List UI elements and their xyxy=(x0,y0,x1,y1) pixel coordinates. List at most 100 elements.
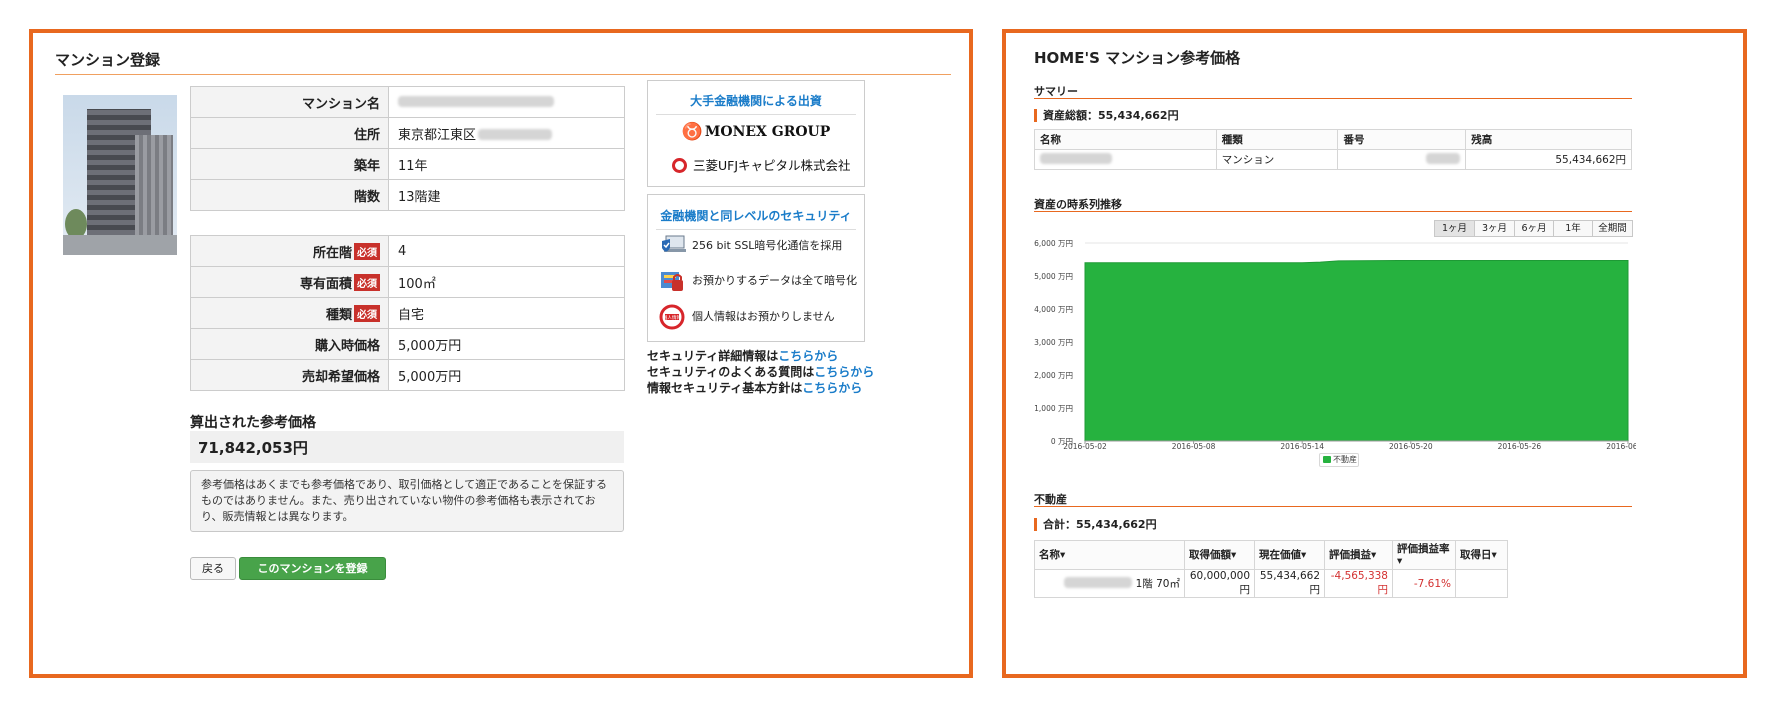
property-col-header[interactable]: 名称▾ xyxy=(1034,540,1185,570)
summary-cell xyxy=(1337,149,1467,170)
property-col-header[interactable]: 評価損益率▾ xyxy=(1392,540,1456,570)
property-cell: 60,000,000円 xyxy=(1184,569,1255,598)
x-tick-label: 2016-05-26 xyxy=(1498,442,1542,451)
detail-link[interactable]: こちらから xyxy=(778,349,838,363)
property-cell: 1階 70㎡ xyxy=(1034,569,1185,598)
summary-cell xyxy=(1034,149,1217,170)
table2-value: 自宅 xyxy=(388,297,625,329)
summary-underline xyxy=(1034,98,1632,99)
investor-title: 大手金融機関による出資 xyxy=(690,94,822,108)
mufg-mark-icon xyxy=(672,158,687,173)
table2-row: 売却希望価格 5,000万円 xyxy=(190,359,625,391)
redacted-text xyxy=(398,95,554,107)
table1-row: 階数 13階建 xyxy=(190,179,625,211)
monex-mark-icon: ♉ xyxy=(681,122,703,142)
property-col-header[interactable]: 評価損益▾ xyxy=(1324,540,1393,570)
property-col-header[interactable]: 取得価額▾ xyxy=(1184,540,1255,570)
page-title: マンション登録 xyxy=(55,51,161,69)
table2-row: 種類 必須 自宅 xyxy=(190,297,625,329)
y-tick-label: 2,000 万円 xyxy=(1034,371,1073,380)
property-cell: -7.61% xyxy=(1392,569,1456,598)
disclaimer-notice: 参考価格はあくまでも参考価格であり、取引価格として適正であることを保証するもので… xyxy=(190,470,624,532)
summary-col-header: 種類 xyxy=(1215,129,1339,150)
timeseries-underline xyxy=(1034,211,1632,212)
table1-label: 階数 xyxy=(190,179,389,211)
table1-label: 住所 xyxy=(190,117,389,149)
homes-price-panel: HOME'S マンション参考価格 サマリー 資産総額：55,434,662円 名… xyxy=(1002,29,1747,678)
table-row: 1階 70㎡ 60,000,000円 55,434,662円 -4,565,338円 -… xyxy=(1034,569,1508,598)
property-cell: 55,434,662円 xyxy=(1254,569,1325,598)
table1-row: 住所 東京都江東区 xyxy=(190,117,625,149)
reference-price-value: 71,842,053円 xyxy=(190,431,624,463)
property-col-header[interactable]: 取得日▾ xyxy=(1455,540,1508,570)
property-underline xyxy=(1034,506,1632,507)
y-tick-label: 4,000 万円 xyxy=(1034,305,1073,314)
investor-divider xyxy=(656,114,856,115)
x-tick-label: 2016-05-02 xyxy=(1063,442,1107,451)
table1-label: マンション名 xyxy=(190,86,389,118)
table1-value: 11年 xyxy=(388,148,625,180)
security-link-faq: セキュリティのよくある質問はこちらから xyxy=(647,365,875,379)
security-item-personal-info: 個人情報 個人情報はお預かりしません xyxy=(658,304,835,330)
unit-info-table: 所在階 必須 4 専有面積 必須 100㎡ 種類 必須 自宅 購入時価格 5,000万円 売却希望価格… xyxy=(190,235,625,391)
series-area-fudosan[interactable] xyxy=(1084,259,1629,442)
table1-value: 東京都江東区 xyxy=(388,117,625,149)
table2-row: 購入時価格 5,000万円 xyxy=(190,328,625,360)
required-badge: 必須 xyxy=(354,273,380,291)
register-mansion-button[interactable]: このマンションを登録 xyxy=(239,557,386,580)
table2-label: 所在階 必須 xyxy=(190,235,389,267)
mansion-info-table: マンション名 住所 東京都江東区 築年 11年 階数 13階建 xyxy=(190,86,625,211)
required-badge: 必須 xyxy=(354,304,380,322)
chart-legend[interactable]: 不動産 xyxy=(1319,453,1359,467)
table2-value: 5,000万円 xyxy=(388,359,625,391)
homes-title: HOME'S マンション参考価格 xyxy=(1034,49,1241,67)
property-cell xyxy=(1455,569,1508,598)
investor-box: 大手金融機関による出資 ♉ MONEX GROUP 三菱UFJキャピタル株式会社 xyxy=(647,80,865,187)
x-tick-label: 2016-05-14 xyxy=(1280,442,1324,451)
table1-label: 築年 xyxy=(190,148,389,180)
back-button[interactable]: 戻る xyxy=(190,557,236,580)
x-tick-label: 2016-05-20 xyxy=(1389,442,1433,451)
redacted-text xyxy=(1040,153,1112,164)
y-tick-label: 6,000 万円 xyxy=(1034,239,1073,248)
reference-price-heading: 算出された参考価格 xyxy=(190,415,316,431)
legend-swatch xyxy=(1323,456,1331,463)
svg-text:個人情報: 個人情報 xyxy=(663,314,682,321)
table2-value: 100㎡ xyxy=(388,266,625,298)
timeseries-heading: 資産の時系列推移 xyxy=(1034,198,1122,211)
security-link-detail: セキュリティ詳細情報はこちらから xyxy=(647,349,839,363)
ssl-shield-icon xyxy=(662,235,686,252)
security-item-encryption: お預かりするデータは全て暗号化 xyxy=(658,268,857,294)
mufg-logo: 三菱UFJキャピタル株式会社 xyxy=(672,155,851,174)
table1-value xyxy=(388,86,625,118)
table2-value: 4 xyxy=(388,235,625,267)
x-tick-label: 2016-05-08 xyxy=(1172,442,1216,451)
table2-value: 5,000万円 xyxy=(388,328,625,360)
property-col-header[interactable]: 現在価値▾ xyxy=(1254,540,1325,570)
y-tick-label: 1,000 万円 xyxy=(1034,404,1073,413)
table2-row: 所在階 必須 4 xyxy=(190,235,625,267)
total-assets: 資産総額：55,434,662円 xyxy=(1034,109,1179,122)
policy-link[interactable]: こちらから xyxy=(802,381,862,395)
table1-value: 13階建 xyxy=(388,179,625,211)
no-personal-info-icon: 個人情報 xyxy=(659,304,685,330)
table1-row: マンション名 xyxy=(190,86,625,118)
title-divider xyxy=(55,74,951,75)
security-link-policy: 情報セキュリティ基本方針はこちらから xyxy=(647,381,863,395)
property-total: 合計：55,434,662円 xyxy=(1034,518,1157,531)
table-row: マンション 55,434,662円 xyxy=(1034,149,1632,170)
summary-cell: 55,434,662円 xyxy=(1465,149,1632,170)
asset-timeseries-chart: 0 万円1,000 万円2,000 万円3,000 万円4,000 万円5,00… xyxy=(1034,239,1636,451)
summary-col-header: 名称 xyxy=(1034,129,1217,150)
security-item-ssl: 256 bit SSL暗号化通信を採用 xyxy=(658,233,842,259)
faq-link[interactable]: こちらから xyxy=(814,365,874,379)
table2-label: 売却希望価格 xyxy=(190,359,389,391)
summary-col-header: 残高 xyxy=(1465,129,1632,150)
table1-row: 築年 11年 xyxy=(190,148,625,180)
mansion-register-panel: マンション登録 マンション名 住所 東京都江東区 築年 11年 階数 13階建 所在階 必須 4… xyxy=(29,29,973,678)
property-cell: -4,565,338円 xyxy=(1324,569,1393,598)
x-tick-label: 2016-06-01 xyxy=(1606,442,1636,451)
property-heading: 不動産 xyxy=(1034,493,1067,506)
summary-cell: マンション xyxy=(1215,149,1339,170)
security-box: 金融機関と同レベルのセキュリティ 256 bit SSL暗号化通信を採用 お預か… xyxy=(647,194,865,342)
